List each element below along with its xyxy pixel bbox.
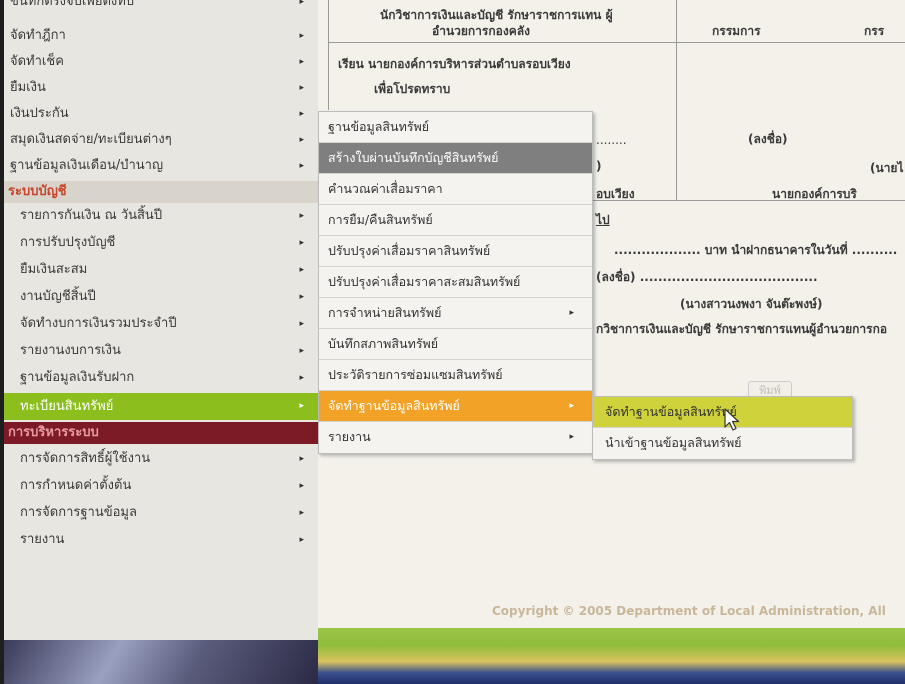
sidebar-section-admin: การบริหารระบบ: [4, 422, 318, 444]
triangle-right-icon: ▸: [299, 0, 304, 7]
sidebar-item-consolidated[interactable]: จัดทำงบการเงินรวมประจำปี ▸: [4, 312, 318, 336]
doc-committee-2: กรร: [864, 24, 885, 38]
asset-register-menu: ฐานข้อมูลสินทรัพย์ สร้างใบผ่านบันทึกบัญช…: [318, 111, 593, 454]
menu-item-build-asset-db[interactable]: จัดทำฐานข้อมูลสินทรัพย์ ▸: [319, 391, 592, 422]
sidebar-item-user-rights[interactable]: การจัดการสิทธิ์ผู้ใช้งาน ▸: [4, 447, 318, 471]
submenu-item-build-asset-db[interactable]: จัดทำฐานข้อมูลสินทรัพย์: [593, 397, 852, 428]
menu-item-depreciation[interactable]: คำนวณค่าเสื่อมราคา: [319, 174, 592, 205]
doc-to-partial: ไป: [596, 213, 610, 227]
sidebar: ขนทกตรงจบเพยตงทบ ▸ จัดทำฎีกา ▸ จัดทำเช็ค ▸ …: [4, 0, 318, 640]
sidebar-item-cheque[interactable]: จัดทำเช็ค ▸: [4, 50, 318, 74]
doc-sign1: (ลงชื่อ): [748, 132, 788, 146]
triangle-right-icon: ▸: [299, 109, 304, 119]
build-asset-db-submenu: จัดทำฐานข้อมูลสินทรัพย์ นำเข้าฐานข้อมูลส…: [592, 396, 853, 460]
triangle-right-icon: ▸: [299, 401, 304, 411]
doc-signer-name: (นางสาวนงพงา จันต๊ะพงษ์): [680, 297, 823, 311]
submenu-item-import-asset-db[interactable]: นำเข้าฐานข้อมูลสินทรัพย์: [593, 428, 852, 459]
triangle-right-icon: ▸: [299, 211, 304, 221]
mouse-pointer-icon: [724, 408, 740, 431]
triangle-right-icon: ▸: [569, 401, 574, 411]
sidebar-item-adjust[interactable]: การปรับปรุงบัญชี ▸: [4, 231, 318, 255]
triangle-right-icon: ▸: [299, 346, 304, 356]
sidebar-item-defaults[interactable]: การกำหนดค่าตั้งต้น ▸: [4, 474, 318, 498]
sidebar-item-deposit[interactable]: เงินประกัน ▸: [4, 102, 318, 126]
menu-item-asset-db[interactable]: ฐานข้อมูลสินทรัพย์: [319, 112, 592, 143]
menu-item-borrow-return[interactable]: การยืม/คืนสินทรัพย์: [319, 205, 592, 236]
sidebar-item-salary[interactable]: ฐานข้อมูลเงินเดือน/บำนาญ ▸: [4, 154, 318, 178]
triangle-right-icon: ▸: [299, 373, 304, 383]
doc-org-partial: อบเวียง: [596, 187, 635, 201]
triangle-right-icon: ▸: [299, 31, 304, 41]
sidebar-item-asset-register[interactable]: ทะเบียนสินทรัพย์ ▸: [4, 393, 318, 420]
sidebar-item-cashbook[interactable]: สมุดเงินสดจ่าย/ทะเบียนต่างๆ ▸: [4, 128, 318, 152]
doc-deposit-line: ................... บาท นำฝากธนาคารในวัน…: [614, 243, 898, 257]
copyright-text: Copyright © 2005 Department of Local Adm…: [492, 604, 886, 618]
sidebar-item-top-0[interactable]: ขนทกตรงจบเพยตงทบ ▸: [4, 0, 318, 14]
table-border-left: [328, 0, 329, 110]
triangle-right-icon: ▸: [299, 508, 304, 518]
sidebar-item-fin-report[interactable]: รายงานงบการเงิน ▸: [4, 339, 318, 363]
menu-item-disposal[interactable]: การจำหน่ายสินทรัพย์ ▸: [319, 298, 592, 329]
triangle-right-icon: ▸: [299, 57, 304, 67]
sidebar-item-report[interactable]: รายงาน ▸: [4, 528, 318, 552]
doc-to-line: เรียน นายกองค์การบริหารส่วนตำบลรอบเวียง: [338, 57, 571, 71]
menu-item-report[interactable]: รายงาน ▸: [319, 422, 592, 453]
doc-mayor-partial: นายกองค์การบริ: [772, 187, 857, 201]
triangle-right-icon: ▸: [299, 161, 304, 171]
sidebar-banner-image: [4, 640, 318, 684]
screen: นักวิชาการเงินและบัญชี รักษาราชการแทน ผู…: [0, 0, 905, 684]
sidebar-item-deposit-db[interactable]: ฐานข้อมูลเงินรับฝาก ▸: [4, 366, 318, 390]
menu-item-create-voucher[interactable]: สร้างใบผ่านบันทึกบัญชีสินทรัพย์: [319, 143, 592, 174]
doc-signer-title: กวิชาการเงินและบัญชี รักษาราชการแทนผู้อำ…: [596, 322, 888, 336]
doc-title-line2: อำนวยการกองคลัง: [432, 24, 530, 38]
footer-banner: [318, 628, 905, 684]
table-border-mid2: [676, 50, 677, 200]
sidebar-item-year-end-accounts[interactable]: งานบัญชีสิ้นปี ▸: [4, 285, 318, 309]
doc-bracket: ): [596, 159, 602, 173]
doc-for-info: เพื่อโปรดทราบ: [374, 82, 451, 96]
sidebar-item-petition[interactable]: จัดทำฎีกา ▸: [4, 24, 318, 48]
menu-item-adjust-accum-depreciation[interactable]: ปรับปรุงค่าเสื่อมราคาสะสมสินทรัพย์: [319, 267, 592, 298]
triangle-right-icon: ▸: [299, 135, 304, 145]
doc-sign2: (ลงชื่อ) ...............................…: [596, 270, 818, 284]
triangle-right-icon: ▸: [299, 265, 304, 275]
doc-committee: กรรมการ: [712, 24, 761, 38]
menu-item-repair-history[interactable]: ประวัติรายการซ่อมแซมสินทรัพย์: [319, 360, 592, 391]
doc-dots: ........: [596, 133, 627, 147]
triangle-right-icon: ▸: [299, 481, 304, 491]
triangle-right-icon: ▸: [299, 535, 304, 545]
menu-item-asset-condition[interactable]: บันทึกสภาพสินทรัพย์: [319, 329, 592, 360]
triangle-right-icon: ▸: [299, 83, 304, 93]
triangle-right-icon: ▸: [299, 238, 304, 248]
table-row-line: [328, 42, 905, 43]
sidebar-item-accum-borrow[interactable]: ยืมเงินสะสม ▸: [4, 258, 318, 282]
sidebar-section-accounting: ระบบบัญชี: [4, 181, 318, 203]
triangle-right-icon: ▸: [569, 308, 574, 318]
triangle-right-icon: ▸: [299, 292, 304, 302]
doc-name-partial: (นายไ: [870, 161, 904, 175]
menu-item-adjust-depreciation[interactable]: ปรับปรุงค่าเสื่อมราคาสินทรัพย์: [319, 236, 592, 267]
sidebar-item-year-end-reserve[interactable]: รายการกันเงิน ณ วันสิ้นปี ▸: [4, 204, 318, 228]
sidebar-item-db-manage[interactable]: การจัดการฐานข้อมูล ▸: [4, 501, 318, 525]
triangle-right-icon: ▸: [299, 454, 304, 464]
triangle-right-icon: ▸: [569, 432, 574, 442]
triangle-right-icon: ▸: [299, 319, 304, 329]
sidebar-item-borrow[interactable]: ยืมเงิน ▸: [4, 76, 318, 100]
